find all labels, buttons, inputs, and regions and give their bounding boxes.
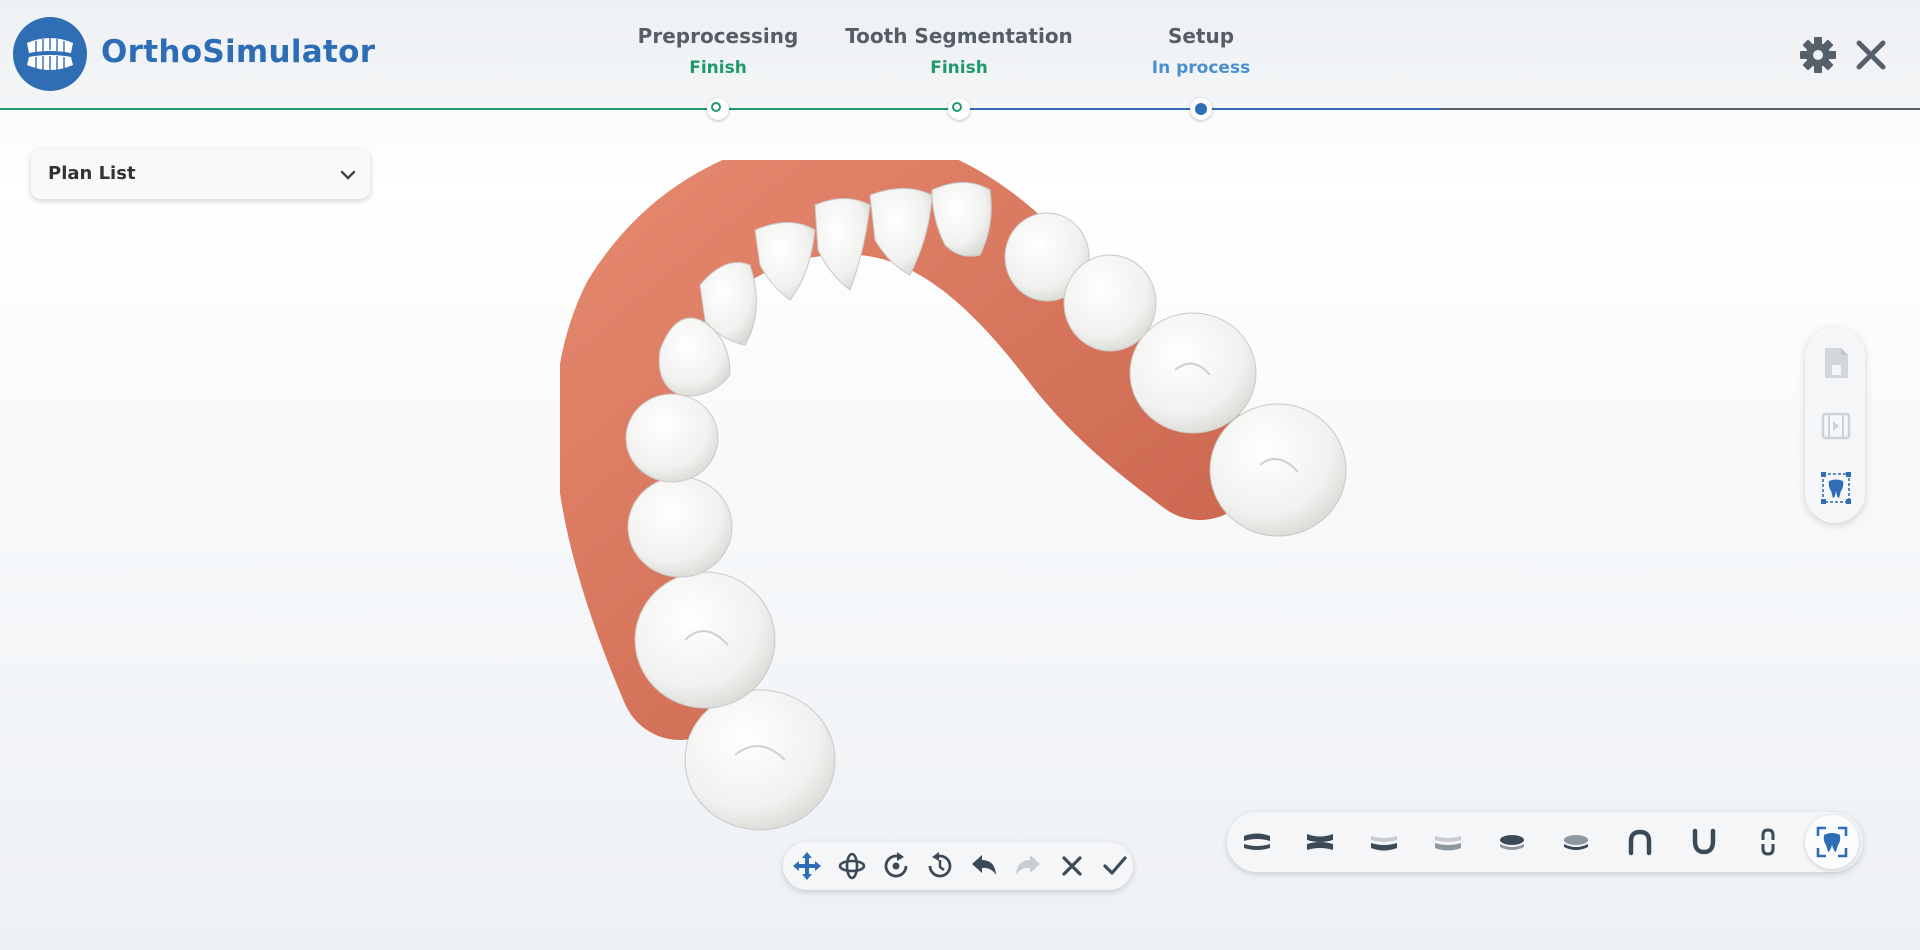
- progress-node-tooth-segmentation: [948, 98, 970, 120]
- video-button[interactable]: [1821, 409, 1851, 443]
- settings-button[interactable]: [1799, 36, 1837, 74]
- app-title: OrthoSimulator: [101, 34, 376, 70]
- step-status: Finish: [689, 58, 747, 78]
- step-status: In process: [1151, 58, 1251, 78]
- step-preprocessing[interactable]: Preprocessing Finish: [598, 24, 838, 78]
- step-setup[interactable]: Setup In process: [1081, 24, 1321, 78]
- confirm-button[interactable]: [1100, 851, 1130, 881]
- left-view-button[interactable]: [1496, 827, 1528, 857]
- step-name: Preprocessing: [637, 24, 799, 48]
- video-icon: [1821, 412, 1851, 440]
- lower-jaw-faded-icon: [1435, 836, 1461, 851]
- history-icon: [928, 852, 952, 878]
- model-viewport[interactable]: [554, 134, 1380, 880]
- gear-icon: [1800, 37, 1836, 73]
- tooth-premolar-left-1: [625, 393, 719, 483]
- right-view-button[interactable]: [1560, 827, 1592, 857]
- lower-jaw-faded-view-button[interactable]: [1432, 827, 1464, 857]
- progress-line-done: [0, 108, 960, 110]
- close-button[interactable]: [1852, 36, 1890, 74]
- reset-view-button[interactable]: [1805, 815, 1859, 869]
- undo-icon: [972, 855, 996, 875]
- tooth-molar-left-1: [634, 571, 776, 709]
- step-name: Tooth Segmentation: [845, 24, 1073, 48]
- maxillary-view-button[interactable]: [1624, 827, 1656, 857]
- save-file-icon: [1825, 348, 1848, 378]
- teeth-logo-icon: [27, 38, 73, 71]
- front-view-button[interactable]: [1752, 827, 1784, 857]
- tooth-premolar-right-2: [1129, 312, 1257, 434]
- move-icon: [793, 852, 821, 880]
- tooth-molar-right-1: [1209, 403, 1347, 537]
- step-tooth-segmentation[interactable]: Tooth Segmentation Finish: [839, 24, 1079, 78]
- both-jaws-view-button[interactable]: [1304, 827, 1336, 857]
- tooth-premolar-left-2: [627, 476, 733, 578]
- tooth-select-icon: [1821, 472, 1851, 504]
- tooth-molar-left-2: [684, 689, 836, 831]
- upper-jaw-icon: [1244, 833, 1270, 850]
- app-logo: [13, 17, 87, 91]
- step-status: Finish: [930, 58, 988, 78]
- progress-node-preprocessing: [707, 98, 729, 120]
- step-name: Setup: [1167, 24, 1235, 48]
- lower-jaw-view-button[interactable]: [1368, 827, 1400, 857]
- cancel-icon: [1062, 856, 1082, 876]
- progress-line-pending: [1440, 108, 1920, 110]
- save-file-button[interactable]: [1821, 346, 1851, 380]
- redo-icon: [1016, 855, 1040, 875]
- left-view-icon: [1500, 835, 1524, 850]
- dental-arch-model: [554, 134, 1347, 831]
- upper-jaw-view-button[interactable]: [1241, 827, 1273, 857]
- pan-button[interactable]: [837, 851, 867, 881]
- redo-button[interactable]: [1013, 851, 1043, 881]
- move-button[interactable]: [792, 851, 822, 881]
- mandibular-view-icon: [1692, 828, 1716, 855]
- progress-node-setup: [1190, 98, 1212, 120]
- rotate-icon: [884, 852, 908, 878]
- front-view-icon: [1761, 828, 1775, 856]
- rotate-button[interactable]: [881, 851, 911, 881]
- chevron-down-icon: [340, 166, 356, 185]
- undo-button[interactable]: [969, 851, 999, 881]
- tooth-select-button[interactable]: [1821, 471, 1851, 505]
- right-view-icon: [1564, 835, 1588, 850]
- reset-view-icon: [1816, 826, 1848, 858]
- plan-list-dropdown[interactable]: Plan List: [31, 149, 370, 199]
- view-toolbar: [1227, 812, 1863, 872]
- navigation-toolbar: [783, 842, 1133, 890]
- lower-jaw-icon: [1371, 836, 1397, 851]
- side-panel: [1805, 327, 1865, 523]
- pan-icon: [838, 852, 866, 880]
- both-jaws-icon: [1307, 834, 1333, 850]
- cancel-button[interactable]: [1057, 851, 1087, 881]
- plan-list-label: Plan List: [48, 163, 136, 184]
- header-bar: OrthoSimulator Preprocessing Finish Toot…: [0, 0, 1920, 120]
- mandibular-view-button[interactable]: [1688, 827, 1720, 857]
- close-icon: [1856, 40, 1886, 70]
- history-button[interactable]: [925, 851, 955, 881]
- confirm-icon: [1103, 856, 1127, 875]
- maxillary-view-icon: [1628, 829, 1652, 856]
